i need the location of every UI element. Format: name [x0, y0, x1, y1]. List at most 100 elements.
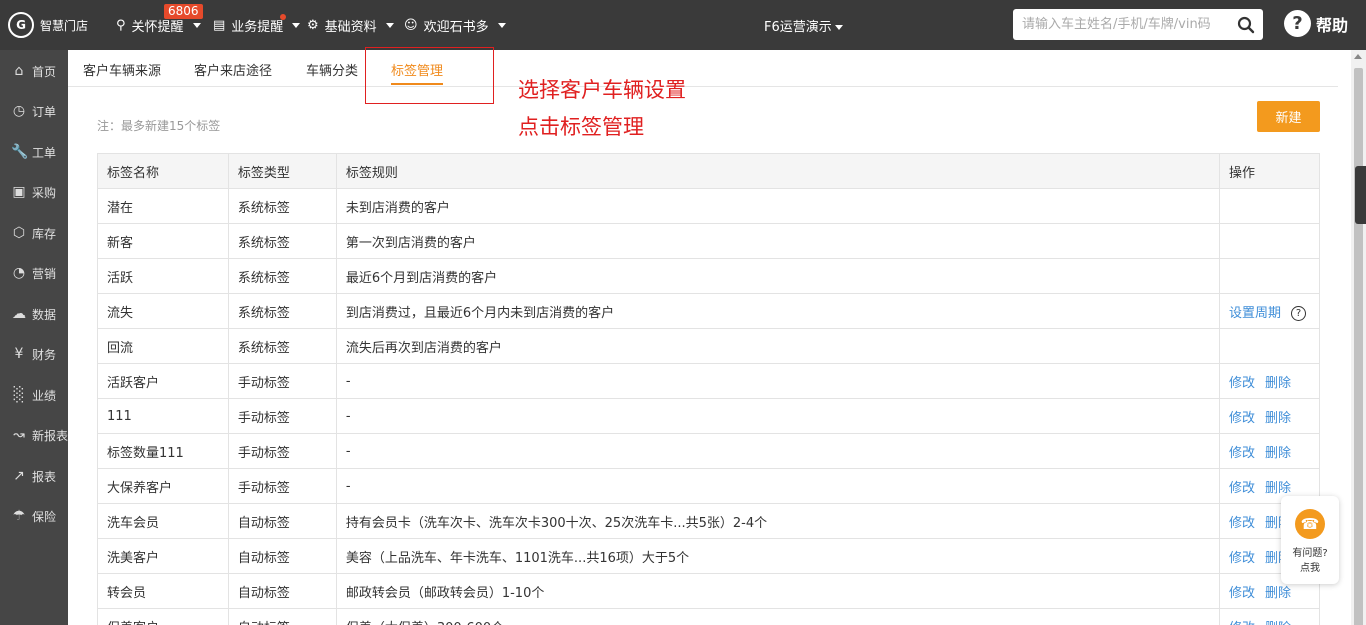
table-row: 流失 系统标签 到店消费过，且最近6个月内未到店消费的客户 设置周期? — [97, 293, 1321, 329]
sidebar-item-insurance[interactable]: ☂ 保险 — [0, 496, 68, 536]
sidebar-item-inventory[interactable]: ⬡ 库存 — [0, 213, 68, 253]
edit-link[interactable]: 修改 — [1229, 516, 1255, 531]
search-icon[interactable] — [1229, 9, 1263, 40]
sidebar-item-label: 订单 — [32, 104, 57, 119]
tab-vehicle-category[interactable]: 车辆分类 — [306, 60, 358, 79]
cell-tag-rule: 美容（上品洗车、年卡洗车、1101洗车...共16项）大于5个 — [335, 538, 1220, 574]
wrench-icon: 🔧 — [11, 144, 29, 160]
edit-link[interactable]: 修改 — [1229, 446, 1255, 461]
help-chat-widget[interactable]: ☎ 有问题? 点我 — [1281, 496, 1339, 584]
sidebar-item-marketing[interactable]: ◔ 营销 — [0, 253, 68, 293]
chevron-down-icon — [834, 25, 843, 30]
sidebar-item-performance[interactable]: ░ 业绩 — [0, 375, 68, 415]
cell-tag-name: 111 — [97, 398, 229, 434]
sidebar-item-data[interactable]: ☁ 数据 — [0, 294, 68, 334]
cell-tag-type: 手动标签 — [227, 433, 337, 469]
nav-business-reminder[interactable]: ▤ 业务提醒 — [213, 0, 301, 50]
cell-tag-type: 系统标签 — [227, 188, 337, 224]
table-row: 标签数量111 手动标签 - 修改 删除 — [97, 433, 1321, 469]
cell-tag-type: 手动标签 — [227, 398, 337, 434]
sidebar-item-label: 新报表 — [32, 428, 69, 443]
edit-link[interactable]: 修改 — [1229, 411, 1255, 426]
set-period-link[interactable]: 设置周期 — [1229, 306, 1281, 321]
cell-tag-name: 活跃 — [97, 258, 229, 294]
cell-tag-rule: 未到店消费的客户 — [335, 188, 1220, 224]
home-icon: ⌂ — [14, 63, 24, 79]
cell-tag-type: 手动标签 — [227, 468, 337, 504]
cell-actions: 修改删除 — [1218, 398, 1321, 434]
chevron-down-icon — [385, 22, 394, 28]
sidebar-item-new-reports[interactable]: ↝ 新报表 — [0, 415, 68, 455]
side-float-tab[interactable] — [1355, 166, 1366, 224]
delete-link[interactable]: 删除 — [1265, 586, 1291, 601]
annotation-text-line1: 选择客户车辆设置 — [518, 78, 686, 102]
table-row: 洗车会员 自动标签 持有会员卡（洗车次卡、洗车次卡300十次、25次洗车卡...共5… — [97, 503, 1321, 539]
sidebar-item-work-orders[interactable]: 🔧 工单 — [0, 132, 68, 172]
delete-link[interactable]: 删除 — [1265, 481, 1291, 496]
cell-actions: 修改删除 — [1218, 363, 1321, 399]
scroll-up-arrow-icon[interactable] — [1354, 54, 1362, 59]
table-row: 111 手动标签 - 修改 删除 — [97, 398, 1321, 434]
cell-tag-rule: - — [335, 468, 1220, 504]
cell-tag-rule: 到店消费过，且最近6个月内未到店消费的客户 — [335, 293, 1220, 329]
help-question-icon[interactable]: ? — [1291, 305, 1306, 321]
cell-actions: 修改删除 — [1218, 433, 1321, 469]
cell-tag-name: 活跃客户 — [97, 363, 229, 399]
search-box — [1013, 9, 1263, 40]
tab-customer-visit-channel[interactable]: 客户来店途径 — [194, 60, 272, 79]
help-label: 帮助 — [1316, 15, 1349, 35]
cell-actions: 设置周期? — [1218, 293, 1321, 329]
cell-tag-rule: 最近6个月到店消费的客户 — [335, 258, 1220, 294]
edit-link[interactable]: 修改 — [1229, 481, 1255, 496]
cell-actions: 修改 删除 — [1218, 608, 1321, 625]
sidebar-item-label: 采购 — [32, 185, 57, 200]
delete-link[interactable]: 删除 — [1265, 411, 1291, 426]
sidebar-item-home[interactable]: ⌂ 首页 — [0, 51, 68, 91]
nav-user-menu[interactable]: ☺ 欢迎石书多 — [404, 0, 506, 50]
chat-line1: 有问题? — [1292, 548, 1328, 559]
cell-tag-rule: - — [335, 398, 1220, 434]
cell-tag-type: 手动标签 — [227, 363, 337, 399]
page-scrollbar[interactable] — [1351, 50, 1366, 625]
new-tag-button[interactable]: 新建 — [1257, 101, 1320, 132]
main-content: 客户车辆来源 客户来店途径 车辆分类 标签管理 选择客户车辆设置 点击标签管理 … — [68, 47, 1351, 625]
scrollbar-thumb[interactable] — [1354, 68, 1363, 625]
table-row: 大保养客户 手动标签 - 修改 删除 — [97, 468, 1321, 504]
tab-customer-vehicle-source[interactable]: 客户车辆来源 — [83, 60, 161, 79]
sidebar-item-purchase[interactable]: ▣ 采购 — [0, 172, 68, 212]
sidebar-item-label: 库存 — [32, 226, 57, 241]
sidebar-item-finance[interactable]: ¥ 财务 — [0, 334, 68, 374]
cell-tag-name: 新客 — [97, 223, 229, 259]
table-row: 新客 系统标签 第一次到店消费的客户 — [97, 223, 1321, 259]
chevron-down-icon — [192, 22, 201, 28]
cloud-icon: ☁ — [12, 306, 26, 322]
edit-link[interactable]: 修改 — [1229, 586, 1255, 601]
cell-tag-type: 自动标签 — [227, 503, 337, 539]
edit-link[interactable]: 修改 — [1229, 621, 1255, 625]
help-button[interactable]: ? 帮助 — [1284, 10, 1348, 37]
logo-icon: G — [8, 12, 34, 38]
cell-tag-type: 自动标签 — [227, 573, 337, 609]
delete-link[interactable]: 删除 — [1265, 621, 1291, 625]
sidebar-item-label: 保险 — [32, 509, 57, 524]
umbrella-icon: ☂ — [12, 508, 26, 524]
edit-link[interactable]: 修改 — [1229, 551, 1255, 566]
delete-link[interactable]: 删除 — [1265, 376, 1291, 391]
sidebar-item-reports[interactable]: ↗ 报表 — [0, 456, 68, 496]
column-header-actions: 操作 — [1218, 153, 1321, 189]
delete-link[interactable]: 删除 — [1265, 446, 1291, 461]
tag-limit-note: 注：最多新建15个标签 — [97, 119, 221, 133]
cell-tag-rule: 流失后再次到店消费的客户 — [335, 328, 1220, 364]
clipboard-icon: ▤ — [213, 17, 226, 33]
nav-basic-data[interactable]: ⚙ 基础资料 — [307, 0, 394, 50]
sidebar-item-label: 业绩 — [32, 388, 57, 403]
edit-link[interactable]: 修改 — [1229, 376, 1255, 391]
logo[interactable]: G 智慧门店 — [8, 12, 88, 38]
search-input[interactable] — [1013, 9, 1229, 40]
care-count-badge: 6806 — [164, 4, 203, 19]
cell-tag-type: 自动标签 — [227, 538, 337, 574]
store-selector[interactable]: F6运营演示 — [764, 16, 843, 35]
cell-actions — [1218, 188, 1321, 224]
pie-icon: ◔ — [12, 265, 26, 281]
sidebar-item-orders[interactable]: ◷ 订单 — [0, 91, 68, 131]
